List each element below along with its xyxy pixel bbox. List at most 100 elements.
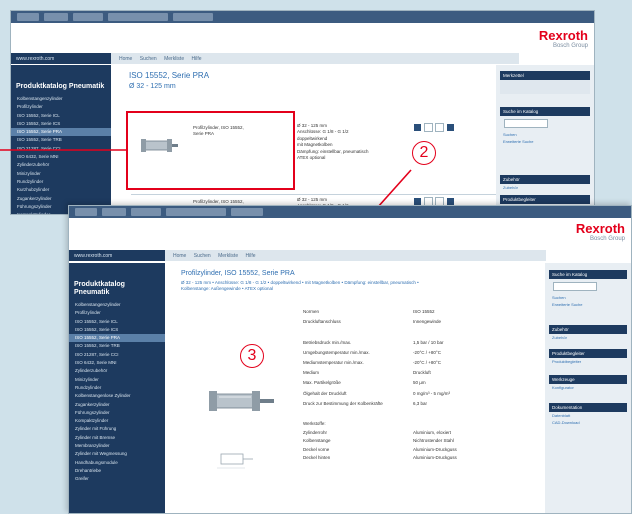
- spec-label: Normen: [303, 309, 320, 314]
- spec-label: Medium: [303, 370, 320, 376]
- spec-row: Normen ISO 15552: [303, 309, 523, 319]
- spec-label: Mediumstemperatur min./max.: [303, 359, 364, 365]
- configurator-link[interactable]: Konfigurator: [549, 384, 627, 391]
- sidebar-item[interactable]: Minizylinder: [69, 376, 165, 384]
- material-label: Zylinderrohr: [303, 429, 328, 435]
- sidebar-item[interactable]: Greifer: [69, 475, 165, 483]
- sidebar-item[interactable]: Membranzylinder: [69, 442, 165, 450]
- cylinder-product-image: [209, 391, 274, 411]
- brand-name: Rexroth: [575, 221, 625, 236]
- documentation-box: Dokumentation Datenblatt CAD-Download: [549, 403, 627, 426]
- sidebar-item[interactable]: ISO 15552, Serie ICS: [69, 326, 165, 334]
- spec-row: Mediumstemperatur min./max. -20°C / +80°C: [303, 360, 523, 370]
- box-header: Werkzeuge: [549, 375, 627, 384]
- spec-label: Betriebsdruck min./max.: [303, 339, 352, 345]
- sidebar-item[interactable]: Kolbenstangenzylinder: [69, 301, 165, 309]
- material-value: Aluminium-Druckguss: [413, 446, 457, 452]
- spec-row: Umgebungstemperatur min./max. -20°C / +80…: [303, 350, 523, 360]
- box-header: Suche im Katalog: [549, 270, 627, 279]
- catalog-search-box: Suche im Katalog Suchen Erweiterte Suche: [549, 270, 627, 308]
- box-header: Zubehör: [549, 325, 627, 334]
- sidebar-item[interactable]: ISO 6432, Serie MNI: [69, 359, 165, 367]
- brand-group: Bosch Group: [589, 236, 625, 242]
- material-row: Kolbenstange Nichtrostender Stahl: [303, 438, 523, 447]
- product-detail-window: Rexroth Bosch Group www.rexroth.com Home…: [68, 205, 632, 514]
- sidebar-title: Produktkatalog Pneumatik: [74, 281, 125, 296]
- spec-row: Druckluftanschluss Innengewinde: [303, 319, 523, 329]
- sidebar-item[interactable]: Kompaktzylinder: [69, 417, 165, 425]
- toolbar-bookmarks[interactable]: Merkliste: [218, 253, 238, 259]
- tools-box: Werkzeuge Konfigurator: [549, 375, 627, 391]
- top-nav-item[interactable]: [166, 208, 226, 216]
- spec-value: 6,3 bar: [413, 400, 428, 406]
- material-row: Zylinderrohr Aluminium, eloxiert: [303, 430, 523, 439]
- search-link[interactable]: Suchen: [549, 294, 627, 301]
- sidebar-item[interactable]: ISO 15552, Serie PRA: [69, 334, 165, 343]
- page-title: Profilzylinder, ISO 15552, Serie PRA: [181, 270, 295, 277]
- spec-row: Ölgehalt der Druckluft 0 mg/m³ - 5 mg/m³: [303, 391, 523, 401]
- toolbar-search[interactable]: Suchen: [194, 253, 211, 259]
- spec-label: Ölgehalt der Druckluft: [303, 390, 347, 396]
- sidebar-item[interactable]: Zylinder mit Wegmessung: [69, 450, 165, 458]
- callout-marker: 3: [240, 344, 264, 368]
- material-row: Deckel hinten Aluminium-Druckguss: [303, 455, 523, 464]
- accessories-box: Zubehör Zubehör: [549, 325, 627, 341]
- right-sidebar: Suche im Katalog Suchen Erweiterte Suche…: [545, 263, 631, 513]
- spec-row: Druck zur Bestimmung der Kolbenkräfte 6,3…: [303, 401, 523, 411]
- material-value: Aluminium, eloxiert: [413, 429, 452, 435]
- callout-marker: 2: [412, 141, 436, 165]
- material-value: Aluminium-Druckguss: [413, 455, 457, 461]
- material-label: Kolbenstange: [303, 438, 331, 444]
- sidebar-item[interactable]: Handhabungsmodule: [69, 459, 165, 467]
- sidebar-item[interactable]: Zylinder mit Bremse: [69, 434, 165, 442]
- cylinder-drawing-icon: [217, 453, 253, 469]
- top-nav-item[interactable]: [75, 208, 97, 216]
- sidebar-item[interactable]: ISO 15552, Serie TRB: [69, 342, 165, 350]
- sidebar-item[interactable]: ISO 15552, Serie ICL: [69, 318, 165, 326]
- material-label: Deckel hinten: [303, 455, 331, 461]
- spec-value: Innengewinde: [413, 319, 442, 325]
- sidebar-list: Kolbenstangenzylinder Profilzylinder ISO 1…: [69, 301, 165, 484]
- top-nav-item[interactable]: [102, 208, 126, 216]
- sidebar-item[interactable]: Profilzylinder: [69, 309, 165, 317]
- catalog-search-input[interactable]: [553, 282, 597, 291]
- spec-table: Normen ISO 15552 Druckluftanschluss Innenge…: [303, 309, 523, 464]
- top-nav-item[interactable]: [131, 208, 161, 216]
- toolbar-help[interactable]: Hilfe: [246, 253, 256, 259]
- sidebar-item[interactable]: Zylinderzubehör: [69, 367, 165, 375]
- advanced-search-link[interactable]: Erweiterte Suche: [549, 301, 627, 308]
- rexroth-logo: Rexroth Bosch Group: [576, 221, 625, 242]
- sidebar-item[interactable]: Zylinder mit Führung: [69, 425, 165, 433]
- spec-value: -20°C / +80°C: [413, 359, 441, 365]
- sidebar-item[interactable]: Drehantriebe: [69, 467, 165, 475]
- spec-value: Druckluft: [413, 370, 431, 376]
- product-summary: Ø 32 - 125 mm • Anschlüsse: G 1/8 - G 1/…: [181, 280, 419, 291]
- site-url: www.rexroth.com: [69, 250, 165, 261]
- spec-value: ISO 15552: [413, 309, 435, 314]
- spec-row: Medium Druckluft: [303, 370, 523, 380]
- sidebar-item[interactable]: Rundzylinder: [69, 384, 165, 392]
- spec-row: [303, 329, 523, 339]
- spec-value: 50 µm: [413, 380, 426, 386]
- spec-row: Betriebsdruck min./max. 1,5 bar / 10 bar: [303, 340, 523, 350]
- companion-products-box: Produktbegleiter Produktbegleiter: [549, 349, 627, 365]
- datasheet-link[interactable]: Datenblatt: [549, 412, 627, 419]
- material-row: Deckel vorne Aluminium-Druckguss: [303, 447, 523, 456]
- box-header: Dokumentation: [549, 403, 627, 412]
- page-toolbar: Home Suchen Merkliste Hilfe: [173, 250, 262, 261]
- sidebar-item[interactable]: Kolbenstangenlose Zylinder: [69, 392, 165, 400]
- spec-row: Max. Partikelgröße 50 µm: [303, 380, 523, 390]
- accessories-link[interactable]: Zubehör: [549, 334, 627, 341]
- spec-value: 0 mg/m³ - 5 mg/m³: [413, 390, 451, 396]
- top-navigation-bar: [69, 206, 631, 218]
- material-value: Nichtrostender Stahl: [413, 438, 454, 444]
- sidebar-item[interactable]: ISO 21287, Serie CCI: [69, 351, 165, 359]
- sidebar-item[interactable]: Führungszylinder: [69, 409, 165, 417]
- cad-download-link[interactable]: CAD-Download: [549, 419, 627, 426]
- toolbar-home[interactable]: Home: [173, 253, 186, 259]
- top-nav-item[interactable]: [231, 208, 263, 216]
- companion-products-link[interactable]: Produktbegleiter: [549, 358, 627, 365]
- sidebar-item[interactable]: Zugankerzylinder: [69, 401, 165, 409]
- box-header: Produktbegleiter: [549, 349, 627, 358]
